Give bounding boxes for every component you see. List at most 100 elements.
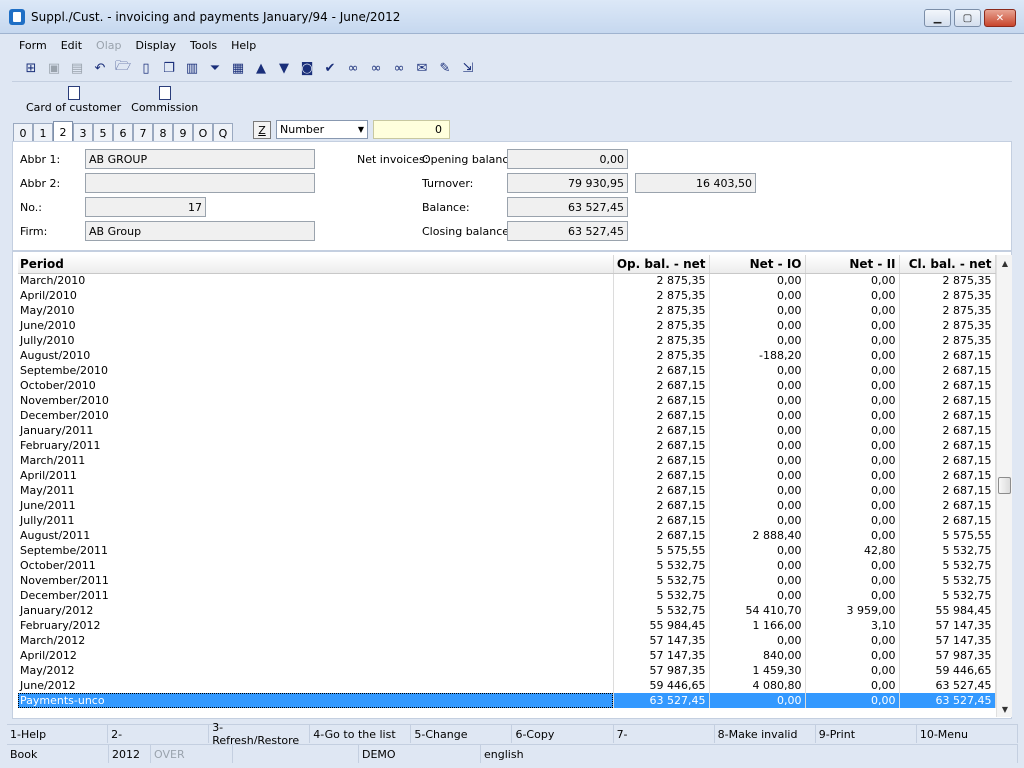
- maximize-button[interactable]: ▢: [954, 9, 981, 27]
- column-header[interactable]: Net - IO: [709, 255, 806, 274]
- sort-select[interactable]: Number ▼: [276, 120, 368, 139]
- balance-field[interactable]: 63 527,45: [507, 197, 628, 217]
- fkey-2[interactable]: 2-: [108, 725, 210, 743]
- table-row[interactable]: May/2010 2 875,35 0,00 0,00 2 875,35: [18, 303, 996, 318]
- opening-balance-field[interactable]: 0,00: [507, 149, 628, 169]
- table-row[interactable]: March/2010 2 875,35 0,00 0,00 2 875,35: [18, 273, 996, 288]
- no-field[interactable]: 17: [85, 197, 206, 217]
- export-icon[interactable]: ⇲: [459, 59, 477, 77]
- table-row[interactable]: April/2012 57 147,35 840,00 0,00 57 987,35: [18, 648, 996, 663]
- table-row[interactable]: February/2011 2 687,15 0,00 0,00 2 687,15: [18, 438, 996, 453]
- table-row[interactable]: October/2011 5 532,75 0,00 0,00 5 532,75: [18, 558, 996, 573]
- table-row[interactable]: June/2011 2 687,15 0,00 0,00 2 687,15: [18, 498, 996, 513]
- table-row[interactable]: Septembe/2011 5 575,55 0,00 42,80 5 532,75: [18, 543, 996, 558]
- scroll-up-icon[interactable]: ▲: [997, 255, 1013, 271]
- tab-5[interactable]: 5: [93, 123, 113, 142]
- minimize-button[interactable]: ▁: [924, 9, 951, 27]
- filter-doc-icon[interactable]: ▦: [229, 59, 247, 77]
- arrow-down-icon[interactable]: ▼: [275, 59, 293, 77]
- table-row[interactable]: June/2012 59 446,65 4 080,80 0,00 63 527,45: [18, 678, 996, 693]
- notes-icon[interactable]: ✎: [436, 59, 454, 77]
- column-header[interactable]: Period: [18, 255, 614, 274]
- table-row[interactable]: Jully/2011 2 687,15 0,00 0,00 2 687,15: [18, 513, 996, 528]
- save-icon[interactable]: ▣: [45, 59, 63, 77]
- fkey-4[interactable]: 4-Go to the list: [310, 725, 412, 743]
- fkey-3[interactable]: 3-Refresh/Restore: [209, 721, 311, 747]
- close-button[interactable]: ✕: [984, 9, 1016, 27]
- fkey-6[interactable]: 6-Copy: [512, 725, 614, 743]
- table-row[interactable]: April/2011 2 687,15 0,00 0,00 2 687,15: [18, 468, 996, 483]
- scroll-down-icon[interactable]: ▼: [997, 701, 1013, 717]
- table-row[interactable]: January/2012 5 532,75 54 410,70 3 959,00 55 …: [18, 603, 996, 618]
- menu-olap[interactable]: Olap: [89, 39, 128, 52]
- tab-q[interactable]: Q: [213, 123, 233, 142]
- table-row[interactable]: April/2010 2 875,35 0,00 0,00 2 875,35: [18, 288, 996, 303]
- mail-icon[interactable]: ✉: [413, 59, 431, 77]
- tab-0[interactable]: 0: [13, 123, 33, 142]
- fkey-5[interactable]: 5-Change: [411, 725, 513, 743]
- table-row[interactable]: January/2011 2 687,15 0,00 0,00 2 687,15: [18, 423, 996, 438]
- table-row[interactable]: May/2012 57 987,35 1 459,30 0,00 59 446,65: [18, 663, 996, 678]
- check-run-icon[interactable]: ✔: [321, 59, 339, 77]
- table-row[interactable]: May/2011 2 687,15 0,00 0,00 2 687,15: [18, 483, 996, 498]
- table-row[interactable]: February/2012 55 984,45 1 166,00 3,10 57 147…: [18, 618, 996, 633]
- menu-tools[interactable]: Tools: [183, 39, 224, 52]
- tab-1[interactable]: 1: [33, 123, 53, 142]
- copy-icon[interactable]: ❐: [160, 59, 178, 77]
- binoculars-icon[interactable]: ∞: [344, 59, 362, 77]
- turnover-field-1[interactable]: 79 930,95: [507, 173, 628, 193]
- vertical-scrollbar[interactable]: ▲ ▼: [996, 255, 1012, 717]
- fkey-9[interactable]: 9-Print: [816, 725, 917, 743]
- fkey-8[interactable]: 8-Make invalid: [715, 725, 816, 743]
- commission-button[interactable]: Commission: [131, 86, 198, 114]
- z-button[interactable]: Z: [253, 121, 271, 139]
- tab-o[interactable]: O: [193, 123, 213, 142]
- table-row[interactable]: November/2011 5 532,75 0,00 0,00 5 532,75: [18, 573, 996, 588]
- menu-display[interactable]: Display: [128, 39, 183, 52]
- table-row[interactable]: December/2010 2 687,15 0,00 0,00 2 687,15: [18, 408, 996, 423]
- table-row[interactable]: August/2011 2 687,15 2 888,40 0,00 5 575,55: [18, 528, 996, 543]
- table-row[interactable]: Septembe/2010 2 687,15 0,00 0,00 2 687,15: [18, 363, 996, 378]
- tab-9[interactable]: 9: [173, 123, 193, 142]
- fkey-1[interactable]: 1-Help: [7, 725, 109, 743]
- open-folder-icon[interactable]: 🗁: [114, 59, 132, 77]
- column-header[interactable]: Op. bal. - net: [613, 255, 710, 274]
- turnover-field-2[interactable]: 16 403,50: [635, 173, 756, 193]
- book-icon[interactable]: ▥: [183, 59, 201, 77]
- search-value-field[interactable]: 0: [373, 120, 450, 139]
- firm-field[interactable]: AB Group: [85, 221, 315, 241]
- menu-help[interactable]: Help: [224, 39, 263, 52]
- tab-6[interactable]: 6: [113, 123, 133, 142]
- camera-icon[interactable]: ◙: [298, 59, 316, 77]
- binoculars-next-icon[interactable]: ∞: [367, 59, 385, 77]
- binoculars-prev-icon[interactable]: ∞: [390, 59, 408, 77]
- menu-edit[interactable]: Edit: [54, 39, 89, 52]
- scroll-thumb[interactable]: [998, 477, 1011, 494]
- table-row[interactable]: Jully/2010 2 875,35 0,00 0,00 2 875,35: [18, 333, 996, 348]
- fkey-7[interactable]: 7-: [614, 725, 715, 743]
- table-row[interactable]: December/2011 5 532,75 0,00 0,00 5 532,75: [18, 588, 996, 603]
- table-row[interactable]: August/2010 2 875,35 -188,20 0,00 2 687,15: [18, 348, 996, 363]
- arrow-up-icon[interactable]: ▲: [252, 59, 270, 77]
- card-of-customer-button[interactable]: Card of customer: [26, 86, 121, 114]
- closing-balance-field[interactable]: 63 527,45: [507, 221, 628, 241]
- table-row[interactable]: June/2010 2 875,35 0,00 0,00 2 875,35: [18, 318, 996, 333]
- table-row[interactable]: October/2010 2 687,15 0,00 0,00 2 687,15: [18, 378, 996, 393]
- table-row[interactable]: Payments-unco 63 527,45 0,00 0,00 63 527,45: [18, 693, 996, 708]
- fkey-10[interactable]: 10-Menu: [917, 725, 1018, 743]
- new-document-icon[interactable]: ▯: [137, 59, 155, 77]
- table-row[interactable]: March/2012 57 147,35 0,00 0,00 57 147,35: [18, 633, 996, 648]
- undo-icon[interactable]: ↶: [91, 59, 109, 77]
- tree-icon[interactable]: ⊞: [22, 59, 40, 77]
- column-header[interactable]: Net - II: [805, 255, 900, 274]
- tab-8[interactable]: 8: [153, 123, 173, 142]
- table-row[interactable]: November/2010 2 687,15 0,00 0,00 2 687,15: [18, 393, 996, 408]
- save-as-icon[interactable]: ▤: [68, 59, 86, 77]
- tab-7[interactable]: 7: [133, 123, 153, 142]
- abbr2-field[interactable]: [85, 173, 315, 193]
- menu-form[interactable]: Form: [12, 39, 54, 52]
- table-row[interactable]: March/2011 2 687,15 0,00 0,00 2 687,15: [18, 453, 996, 468]
- filter-icon[interactable]: ⏷: [206, 59, 224, 77]
- tab-3[interactable]: 3: [73, 123, 93, 142]
- tab-2[interactable]: 2: [53, 121, 73, 142]
